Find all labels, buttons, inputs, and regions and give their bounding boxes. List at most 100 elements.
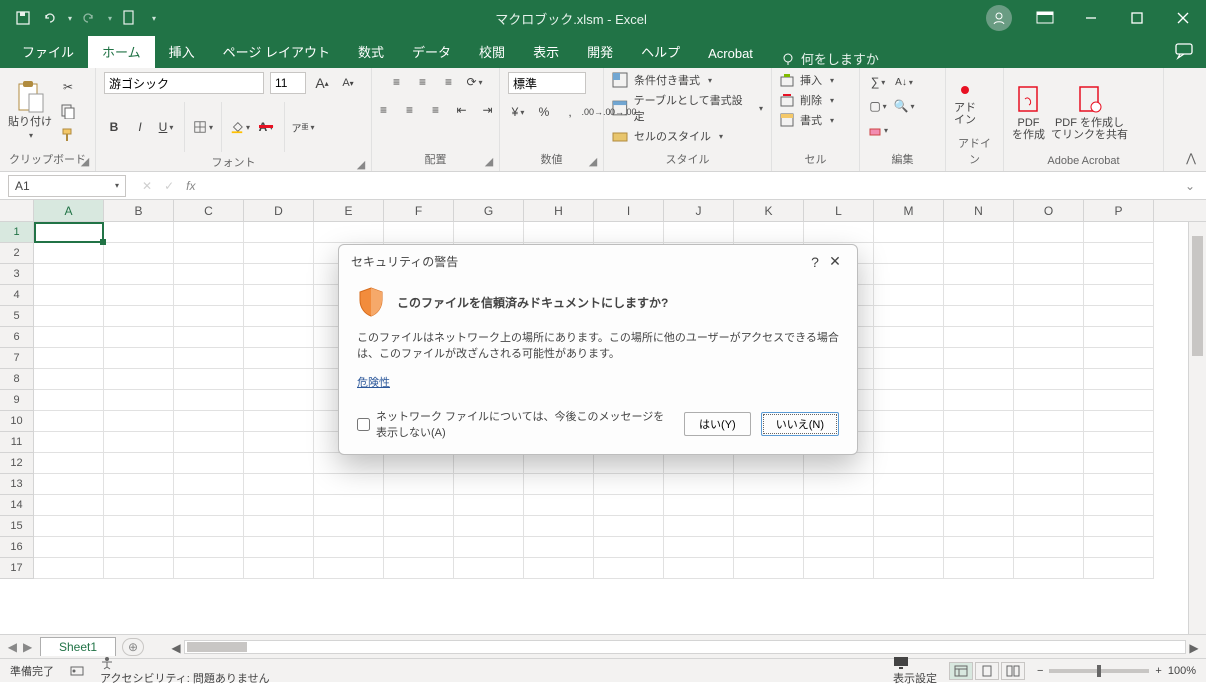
cell[interactable] [1084, 495, 1154, 516]
cell[interactable] [314, 516, 384, 537]
format-cells-button[interactable]: 書式▾ [780, 112, 834, 128]
cell[interactable] [244, 495, 314, 516]
align-right-icon[interactable]: ≡ [426, 100, 446, 120]
row-header[interactable]: 4 [0, 285, 34, 306]
cell[interactable] [594, 453, 664, 474]
cell[interactable] [734, 222, 804, 243]
addin-button[interactable]: アド イン [954, 80, 976, 126]
row-header[interactable]: 3 [0, 264, 34, 285]
cell[interactable] [1084, 453, 1154, 474]
row-header[interactable]: 9 [0, 390, 34, 411]
dialog-suppress-checkbox[interactable]: ネットワーク ファイルについては、今後このメッセージを表示しない(A) [357, 408, 674, 440]
column-header[interactable]: N [944, 200, 1014, 221]
column-header[interactable]: L [804, 200, 874, 221]
column-header[interactable]: E [314, 200, 384, 221]
row-header[interactable]: 13 [0, 474, 34, 495]
fill-icon[interactable]: ▢▾ [868, 96, 888, 116]
cell[interactable] [1084, 558, 1154, 579]
cell[interactable] [34, 390, 104, 411]
cell[interactable] [34, 222, 104, 243]
tab-formulas[interactable]: 数式 [344, 36, 398, 68]
indent-decrease-icon[interactable]: ⇤ [452, 100, 472, 120]
column-header[interactable]: K [734, 200, 804, 221]
cell[interactable] [874, 495, 944, 516]
cell[interactable] [244, 327, 314, 348]
macro-record-icon[interactable] [70, 664, 84, 678]
cell[interactable] [244, 306, 314, 327]
column-header[interactable]: A [34, 200, 104, 221]
cell[interactable] [874, 432, 944, 453]
new-doc-icon[interactable] [120, 9, 138, 27]
cell[interactable] [1084, 348, 1154, 369]
font-name-input[interactable] [104, 72, 264, 94]
insert-cells-button[interactable]: 挿入▾ [780, 72, 834, 88]
cell[interactable] [174, 453, 244, 474]
cell[interactable] [244, 285, 314, 306]
cell[interactable] [874, 264, 944, 285]
cell[interactable] [874, 222, 944, 243]
cell[interactable] [874, 453, 944, 474]
font-color-icon[interactable]: A▾ [256, 117, 276, 137]
tab-help[interactable]: ヘルプ [627, 36, 694, 68]
cell[interactable] [174, 306, 244, 327]
align-top-icon[interactable]: ≡ [387, 72, 407, 92]
cell[interactable] [1014, 516, 1084, 537]
cell[interactable] [1084, 222, 1154, 243]
cell[interactable] [174, 558, 244, 579]
cell[interactable] [34, 537, 104, 558]
grow-font-icon[interactable]: A▴ [312, 73, 332, 93]
bold-icon[interactable]: B [104, 117, 124, 137]
pdf-create-button[interactable]: PDF を作成 [1012, 85, 1045, 141]
cell[interactable] [524, 558, 594, 579]
cell[interactable] [314, 495, 384, 516]
cell[interactable] [314, 453, 384, 474]
cell[interactable] [944, 222, 1014, 243]
accessibility-status[interactable]: アクセシビリティ: 問題ありません [100, 656, 270, 686]
column-header[interactable]: C [174, 200, 244, 221]
row-header[interactable]: 2 [0, 243, 34, 264]
clipboard-launcher-icon[interactable]: ◢ [79, 155, 91, 167]
hscroll-left-icon[interactable]: ◀ [169, 641, 183, 653]
sheet-nav-next-icon[interactable]: ▶ [23, 640, 32, 654]
cell[interactable] [454, 474, 524, 495]
cell[interactable] [1014, 222, 1084, 243]
cell[interactable] [454, 558, 524, 579]
vertical-scrollbar[interactable] [1188, 222, 1206, 634]
cell[interactable] [174, 495, 244, 516]
cell[interactable] [874, 390, 944, 411]
cell[interactable] [734, 516, 804, 537]
view-page-break-icon[interactable] [1001, 662, 1025, 680]
dialog-close-icon[interactable]: ✕ [825, 253, 845, 270]
cell[interactable] [104, 390, 174, 411]
cell[interactable] [104, 348, 174, 369]
sort-filter-icon[interactable]: A↓▾ [894, 72, 914, 92]
hscroll-right-icon[interactable]: ▶ [1187, 641, 1201, 653]
cell[interactable] [1014, 264, 1084, 285]
cell[interactable] [314, 558, 384, 579]
cell[interactable] [1014, 243, 1084, 264]
column-header[interactable]: F [384, 200, 454, 221]
cell[interactable] [524, 537, 594, 558]
add-sheet-button[interactable]: ⊕ [122, 638, 144, 656]
zoom-slider[interactable] [1049, 669, 1149, 673]
cell[interactable] [104, 558, 174, 579]
cell[interactable] [104, 453, 174, 474]
cell[interactable] [944, 306, 1014, 327]
cell[interactable] [874, 411, 944, 432]
zoom-in-icon[interactable]: + [1155, 665, 1161, 677]
align-bottom-icon[interactable]: ≡ [439, 72, 459, 92]
cell[interactable] [1014, 285, 1084, 306]
tab-developer[interactable]: 開発 [573, 36, 627, 68]
account-avatar-icon[interactable] [986, 5, 1012, 31]
fx-icon[interactable]: fx [186, 179, 195, 193]
number-launcher-icon[interactable]: ◢ [587, 155, 599, 167]
undo-dropdown-icon[interactable]: ▾ [68, 14, 72, 23]
row-header[interactable]: 16 [0, 537, 34, 558]
cell[interactable] [944, 243, 1014, 264]
row-header[interactable]: 10 [0, 411, 34, 432]
column-header[interactable]: M [874, 200, 944, 221]
column-header[interactable]: I [594, 200, 664, 221]
cell[interactable] [244, 390, 314, 411]
cell[interactable] [1084, 327, 1154, 348]
cell[interactable] [244, 453, 314, 474]
